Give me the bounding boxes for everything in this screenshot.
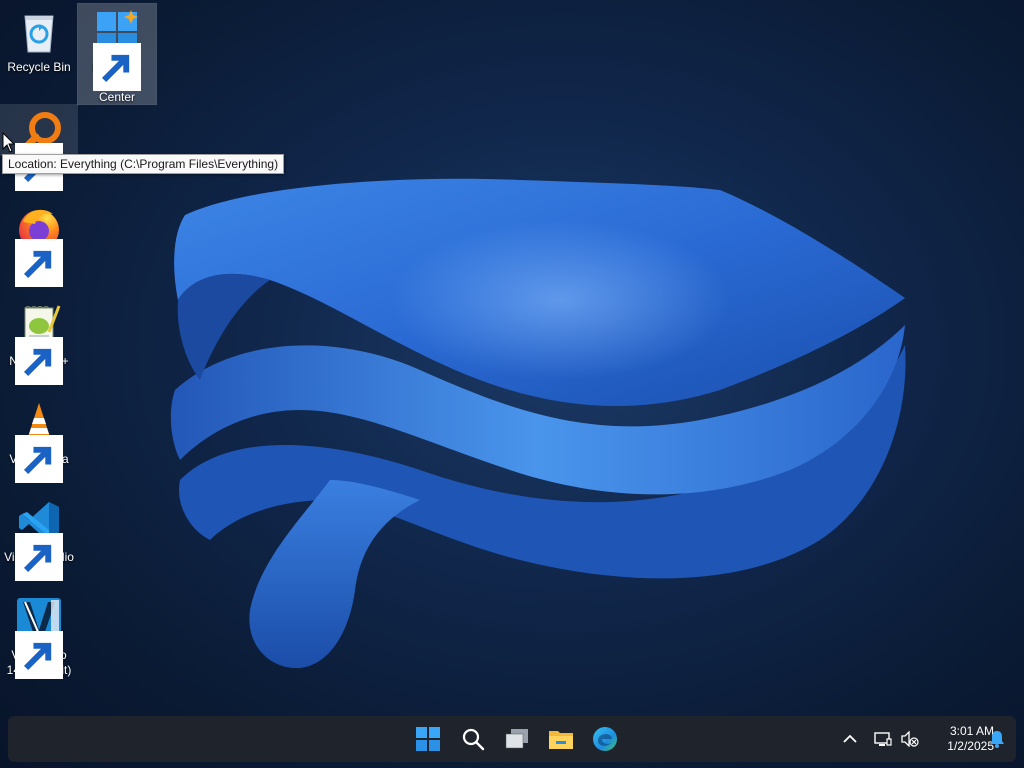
shortcut-arrow-icon: [15, 337, 63, 385]
show-hidden-icons-button[interactable]: [835, 723, 865, 755]
notifications-button[interactable]: [983, 723, 1011, 755]
location-tooltip: Location: Everything (C:\Program Files\E…: [2, 154, 285, 174]
shortcut-arrow-icon: [15, 435, 63, 483]
file-explorer-icon: [549, 731, 573, 749]
edge-icon: [593, 727, 617, 751]
search-button[interactable]: [456, 723, 490, 755]
file-explorer-button[interactable]: [544, 723, 578, 755]
desktop-icon-vscode[interactable]: Visual Studio Code: [0, 494, 78, 581]
desktop-icon-rectify11[interactable]: Rectify11 Control Center: [77, 3, 157, 105]
network-icon: [874, 732, 892, 746]
volume-muted-icon: [901, 731, 919, 747]
desktop-icon-recycle-bin[interactable]: Recycle Bin: [0, 4, 78, 75]
desktop-icon-label: Recycle Bin: [7, 60, 71, 74]
shortcut-arrow-icon: [15, 533, 63, 581]
task-view-icon: [505, 729, 528, 749]
search-icon: [462, 728, 485, 751]
windows-start-icon: [416, 727, 440, 751]
mouse-cursor-icon: [2, 132, 16, 153]
chevron-up-icon: [843, 734, 857, 743]
shortcut-arrow-icon: [93, 43, 141, 91]
taskbar: 3:01 AM 1/2/2025: [8, 716, 1016, 762]
task-view-button[interactable]: [500, 723, 534, 755]
shortcut-arrow-icon: [15, 631, 63, 679]
shortcut-arrow-icon: [15, 239, 63, 287]
desktop-icon-vlc[interactable]: VLC media player: [0, 396, 78, 483]
wallpaper: [170, 178, 906, 669]
recycle-bin-icon: [24, 15, 54, 53]
desktop[interactable]: Recycle Bin Rectify11 Control Center: [0, 0, 1024, 768]
start-button[interactable]: [411, 723, 445, 755]
desktop-icon-notepad-plus-plus[interactable]: Notepad++: [0, 298, 78, 385]
desktop-icon-vegas-pro[interactable]: Vegas Pro 14.0 (64-bit): [0, 592, 78, 679]
edge-button[interactable]: [588, 723, 622, 755]
notification-bell-icon: [990, 731, 1004, 748]
volume-button[interactable]: [896, 723, 924, 755]
network-button[interactable]: [869, 723, 897, 755]
desktop-icon-firefox[interactable]: Firefox: [0, 200, 78, 287]
